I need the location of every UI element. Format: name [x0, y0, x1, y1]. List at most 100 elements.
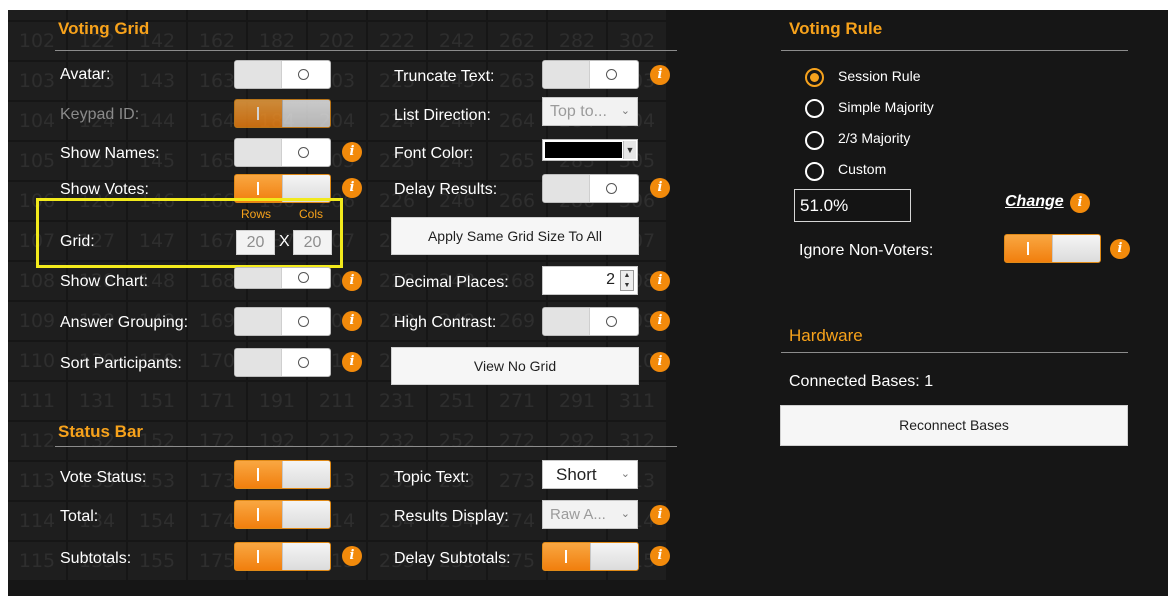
- show-names-label: Show Names:: [60, 145, 160, 162]
- status-bar-title: Status Bar: [58, 422, 144, 441]
- info-icon[interactable]: i: [342, 311, 362, 331]
- background-grid-cell: 273: [488, 462, 546, 500]
- background-grid-cell: 192: [248, 422, 306, 460]
- reconnect-bases-button[interactable]: Reconnect Bases: [780, 405, 1128, 446]
- ignore-non-voters-toggle[interactable]: [1004, 234, 1101, 263]
- info-icon[interactable]: i: [342, 271, 362, 291]
- custom-label: Custom: [838, 161, 887, 177]
- answer-grouping-toggle[interactable]: [234, 307, 331, 336]
- radio-custom[interactable]: [805, 162, 824, 181]
- delay-subtotals-label: Delay Subtotals:: [394, 550, 511, 567]
- info-icon[interactable]: i: [650, 505, 670, 525]
- keypad-id-toggle[interactable]: [234, 99, 331, 128]
- custom-percentage-input[interactable]: 51.0%: [794, 189, 911, 222]
- change-link[interactable]: Change: [1005, 193, 1064, 211]
- subtotals-toggle[interactable]: [234, 542, 331, 571]
- chevron-down-icon: ▼: [623, 141, 636, 159]
- total-toggle[interactable]: [234, 500, 331, 529]
- chevron-down-icon: ⌄: [620, 468, 630, 480]
- status-bar-divider: [55, 446, 677, 447]
- info-icon[interactable]: i: [650, 311, 670, 331]
- info-icon[interactable]: i: [650, 546, 670, 566]
- background-grid-cell: 251: [428, 382, 486, 420]
- vote-status-label: Vote Status:: [60, 469, 147, 486]
- background-grid-cell: 265: [488, 142, 546, 180]
- radio-two-thirds-majority[interactable]: [805, 131, 824, 150]
- topic-text-select[interactable]: Short ⌄: [542, 460, 638, 489]
- list-direction-label: List Direction:: [394, 107, 491, 124]
- total-label: Total:: [60, 508, 99, 525]
- vote-status-toggle[interactable]: [234, 460, 331, 489]
- voting-rule-divider: [781, 50, 1128, 51]
- background-grid-cell: 109: [8, 302, 66, 340]
- rows-label: Rows: [241, 207, 272, 221]
- truncate-text-toggle[interactable]: [542, 60, 639, 89]
- info-icon[interactable]: i: [650, 271, 670, 291]
- background-grid-cell: 202: [308, 22, 366, 60]
- decimal-places-value: 2: [606, 271, 615, 288]
- apply-grid-size-button[interactable]: Apply Same Grid Size To All: [391, 217, 639, 255]
- show-chart-label: Show Chart:: [60, 273, 149, 290]
- info-icon[interactable]: i: [650, 352, 670, 372]
- background-grid-cell: 212: [308, 422, 366, 460]
- info-icon[interactable]: i: [342, 546, 362, 566]
- cols-input[interactable]: 20: [293, 230, 332, 255]
- background-grid-cell: 162: [188, 22, 246, 60]
- background-grid-cell: 291: [548, 382, 606, 420]
- info-icon[interactable]: i: [342, 178, 362, 198]
- background-grid-cell: 263: [488, 62, 546, 100]
- hardware-title: Hardware: [789, 326, 863, 345]
- sort-participants-label: Sort Participants:: [60, 355, 182, 372]
- background-grid-cell: 242: [428, 22, 486, 60]
- list-direction-select[interactable]: Top to... ⌄: [542, 97, 638, 126]
- results-display-select[interactable]: Raw A... ⌄: [542, 500, 638, 529]
- voting-rule-title: Voting Rule: [789, 19, 883, 38]
- connected-bases-label: Connected Bases: 1: [789, 373, 934, 390]
- background-grid-cell: 261: [488, 10, 546, 20]
- sort-participants-toggle[interactable]: [234, 348, 331, 377]
- info-icon[interactable]: i: [342, 352, 362, 372]
- font-color-picker[interactable]: ▼: [542, 139, 638, 161]
- decimal-places-spinner[interactable]: 2 ▲ ▼: [542, 266, 638, 295]
- high-contrast-toggle[interactable]: [542, 307, 639, 336]
- background-grid-cell: 182: [248, 22, 306, 60]
- results-display-value: Raw A...: [550, 506, 606, 523]
- hardware-divider: [781, 352, 1128, 353]
- background-grid-cell: 301: [608, 10, 666, 20]
- info-icon[interactable]: i: [650, 178, 670, 198]
- background-grid-cell: 161: [188, 10, 246, 20]
- show-names-toggle[interactable]: [234, 138, 331, 167]
- background-grid-cell: 103: [8, 62, 66, 100]
- radio-simple-majority[interactable]: [805, 99, 824, 118]
- info-icon[interactable]: i: [1070, 193, 1090, 213]
- info-icon[interactable]: i: [1110, 239, 1130, 259]
- delay-results-toggle[interactable]: [542, 174, 639, 203]
- spinner-arrows-icon[interactable]: ▲ ▼: [620, 270, 634, 291]
- background-grid-cell: 231: [368, 382, 426, 420]
- radio-session-rule[interactable]: [805, 68, 824, 87]
- view-no-grid-button[interactable]: View No Grid: [391, 347, 639, 385]
- info-icon[interactable]: i: [342, 142, 362, 162]
- background-grid-cell: 110: [8, 342, 66, 380]
- times-sign: X: [279, 233, 290, 250]
- settings-panel: 1011021031041051061071081091101111121131…: [8, 10, 1168, 596]
- background-grid-cell: 312: [608, 422, 666, 460]
- rows-input[interactable]: 20: [236, 230, 275, 255]
- show-votes-label: Show Votes:: [60, 181, 149, 198]
- background-grid-cell: 241: [428, 10, 486, 20]
- background-grid-cell: 154: [128, 502, 186, 540]
- avatar-toggle[interactable]: [234, 60, 331, 89]
- grid-label: Grid:: [60, 233, 95, 250]
- delay-subtotals-toggle[interactable]: [542, 542, 639, 571]
- info-icon[interactable]: i: [650, 65, 670, 85]
- background-grid-cell: 302: [608, 22, 666, 60]
- show-chart-toggle[interactable]: [234, 267, 331, 289]
- voting-grid-divider: [55, 50, 677, 51]
- topic-text-value: Short: [556, 465, 597, 484]
- two-thirds-majority-label: 2/3 Majority: [838, 130, 911, 146]
- session-rule-label: Session Rule: [838, 68, 921, 84]
- background-grid-cell: 232: [368, 422, 426, 460]
- decimal-places-label: Decimal Places:: [394, 274, 509, 291]
- background-grid-cell: 155: [128, 542, 186, 580]
- background-grid-cell: 115: [8, 542, 66, 580]
